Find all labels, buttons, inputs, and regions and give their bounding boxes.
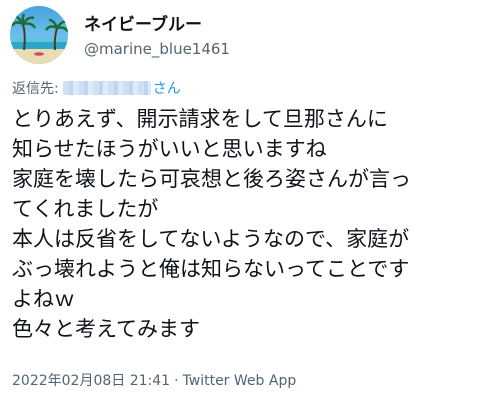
avatar[interactable]: [10, 6, 68, 64]
tweet-line: 家庭を壊したら可哀想と後ろ姿さんが言っ: [12, 167, 411, 191]
tweet-line: とりあえず、開示請求をして旦那さんに: [12, 107, 388, 131]
tweet-meta: 2022年02月08日 21:41 · Twitter Web App: [12, 370, 296, 390]
tweet-line: 色々と考えてみます: [12, 317, 200, 341]
user-handle[interactable]: @marine_blue1461: [84, 40, 230, 58]
reply-target-suffix[interactable]: さん: [153, 78, 181, 98]
palm-tree-icon: [10, 13, 68, 64]
client-name: Twitter Web App: [182, 373, 297, 389]
tweet-line: ぶっ壊れようと俺は知らないってことです: [12, 257, 410, 281]
tweet-line: よねｗ: [12, 287, 75, 311]
meta-separator: ·: [174, 373, 179, 389]
tweet-line: てくれましたが: [12, 197, 159, 221]
display-name[interactable]: ネイビーブルー: [84, 10, 202, 35]
tweet-text: とりあえず、開示請求をして旦那さんに 知らせたほうがいいと思いますね 家庭を壊し…: [12, 104, 496, 344]
tweet-line: 知らせたほうがいいと思いますね: [12, 137, 327, 161]
tweet-line: 本人は反省をしてないようなので、家庭が: [12, 227, 410, 251]
reply-to-line: 返信先: さん: [12, 78, 181, 98]
reply-prefix: 返信先:: [12, 81, 59, 97]
timestamp[interactable]: 2022年02月08日 21:41: [12, 373, 170, 389]
redacted-username: [62, 81, 151, 95]
